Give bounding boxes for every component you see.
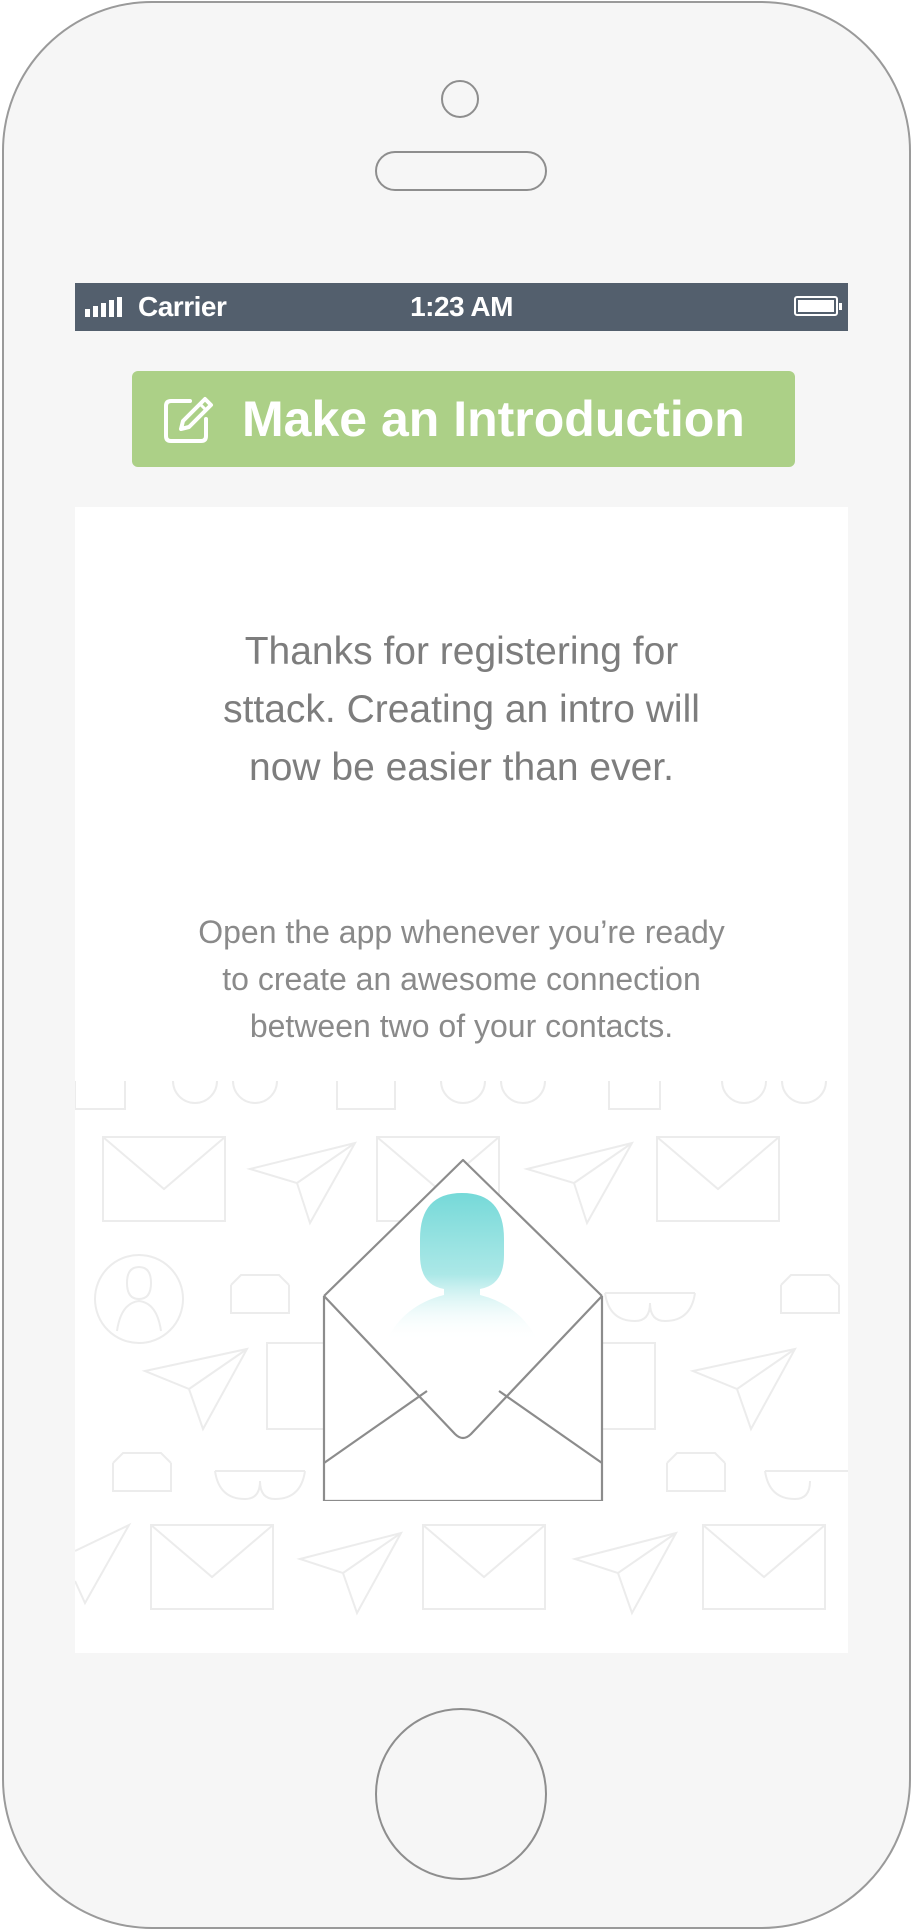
screen: Carrier 1:23 AM Make an Introduction Tha…: [75, 283, 848, 1653]
status-bar: Carrier 1:23 AM: [75, 283, 848, 331]
compose-icon: [164, 397, 213, 443]
open-envelope-illustration: [322, 1158, 604, 1501]
header: Make an Introduction: [75, 331, 848, 507]
welcome-content: Thanks for registering for sttack. Creat…: [75, 507, 848, 1653]
welcome-headline: Thanks for registering for sttack. Creat…: [223, 630, 700, 789]
front-camera: [441, 80, 479, 118]
status-time: 1:23 AM: [410, 291, 513, 322]
make-introduction-label: Make an Introduction: [242, 391, 745, 447]
phone-frame: Carrier 1:23 AM Make an Introduction Tha…: [2, 1, 911, 1929]
make-introduction-button[interactable]: Make an Introduction: [132, 371, 795, 467]
earpiece-speaker: [375, 151, 547, 191]
home-button[interactable]: [375, 1708, 547, 1880]
battery-icon: [794, 296, 842, 316]
welcome-subtext: Open the app whenever you’re ready to cr…: [198, 914, 725, 1044]
